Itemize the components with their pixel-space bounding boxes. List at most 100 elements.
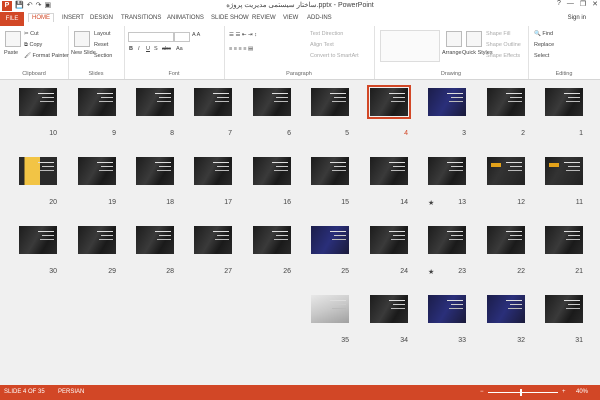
abc-button[interactable]: abc xyxy=(162,46,171,52)
slide-thumbnail[interactable] xyxy=(253,226,291,254)
slide-thumbnail[interactable] xyxy=(428,295,466,323)
slide-thumbnail[interactable] xyxy=(428,88,466,116)
shape-outline-button[interactable]: Shape Outline xyxy=(486,42,521,48)
slide-thumbnail[interactable] xyxy=(487,88,525,116)
slide-thumbnail[interactable] xyxy=(194,226,232,254)
slide-text-lines xyxy=(506,162,522,177)
slide-thumbnail[interactable] xyxy=(370,295,408,323)
underline-button[interactable]: U xyxy=(146,46,150,52)
change-case-button[interactable]: Aa xyxy=(176,46,183,52)
slide-thumbnail[interactable] xyxy=(487,157,525,185)
copy-button[interactable]: ⧉ Copy xyxy=(24,42,42,49)
slide-number: 25 xyxy=(341,268,349,275)
slide-thumbnail[interactable] xyxy=(78,88,116,116)
align-text-button[interactable]: Align Text xyxy=(310,42,334,48)
section-button[interactable]: Section xyxy=(94,53,112,59)
tab-review[interactable]: REVIEW xyxy=(252,15,276,21)
slide-thumbnail[interactable] xyxy=(253,157,291,185)
slide-thumbnail[interactable] xyxy=(370,226,408,254)
new-slide-icon[interactable] xyxy=(74,31,90,47)
tab-view[interactable]: VIEW xyxy=(283,15,298,21)
minimize-icon[interactable]: — xyxy=(567,0,574,8)
tab-add-ins[interactable]: ADD-INS xyxy=(307,15,332,21)
convert-smartart-button[interactable]: Convert to SmartArt xyxy=(310,53,359,59)
arrange-icon[interactable] xyxy=(446,31,462,47)
arrange-button[interactable]: Arrange xyxy=(442,50,462,56)
slide-thumbnail[interactable] xyxy=(428,226,466,254)
new-slide-button[interactable]: New Slide xyxy=(71,50,96,56)
bold-button[interactable]: B xyxy=(129,46,133,52)
slide-text-lines xyxy=(564,300,580,315)
replace-button[interactable]: Replace xyxy=(534,42,554,48)
slide-thumbnail[interactable] xyxy=(370,157,408,185)
reset-button[interactable]: Reset xyxy=(94,42,108,48)
slide-thumbnail[interactable] xyxy=(428,157,466,185)
font-size-input[interactable] xyxy=(174,32,190,42)
zoom-out-button[interactable]: − xyxy=(480,389,484,395)
slide-thumbnail[interactable] xyxy=(367,85,411,119)
slide-thumbnail[interactable] xyxy=(311,295,349,323)
slide-thumbnail[interactable] xyxy=(19,157,57,185)
shape-effects-button[interactable]: Shape Effects xyxy=(486,53,520,59)
layout-button[interactable]: Layout xyxy=(94,31,111,37)
slide-thumbnail[interactable] xyxy=(487,295,525,323)
slide-thumbnail[interactable] xyxy=(311,88,349,116)
slide-thumbnail[interactable] xyxy=(545,157,583,185)
zoom-slider-thumb[interactable] xyxy=(520,389,522,396)
tab-animations[interactable]: ANIMATIONS xyxy=(167,15,204,21)
window-controls: ? — ❐ ✕ xyxy=(557,0,598,8)
slide-number: 14 xyxy=(400,199,408,206)
slide-thumbnail[interactable] xyxy=(545,226,583,254)
select-button[interactable]: Select xyxy=(534,53,549,59)
slide-thumbnail[interactable] xyxy=(78,226,116,254)
italic-button[interactable]: I xyxy=(138,46,140,52)
font-name-input[interactable] xyxy=(128,32,174,42)
slide-thumbnail[interactable] xyxy=(545,295,583,323)
slide-thumbnail[interactable] xyxy=(253,88,291,116)
zoom-in-button[interactable]: + xyxy=(562,389,566,395)
slide-text-lines xyxy=(97,162,113,177)
cut-button[interactable]: ✂ Cut xyxy=(24,31,39,37)
help-icon[interactable]: ? xyxy=(557,0,561,8)
paste-icon[interactable] xyxy=(5,31,21,47)
shape-fill-button[interactable]: Shape Fill xyxy=(486,31,510,37)
tab-file[interactable]: FILE xyxy=(0,12,24,26)
shapes-gallery[interactable] xyxy=(380,30,440,62)
language-indicator[interactable]: PERSIAN xyxy=(58,389,84,395)
slide-thumbnail[interactable] xyxy=(136,226,174,254)
tab-transitions[interactable]: TRANSITIONS xyxy=(121,15,161,21)
slide-thumbnail[interactable] xyxy=(311,226,349,254)
bullets-icon[interactable]: ☰ ☰ ⇤ ⇥ ↕ xyxy=(229,32,257,38)
slide-thumbnail[interactable] xyxy=(19,88,57,116)
slide-thumbnail[interactable] xyxy=(311,157,349,185)
slide-thumbnail[interactable] xyxy=(19,226,57,254)
format-painter-button[interactable]: 🖌 Format Painter xyxy=(24,53,69,59)
slide-text-lines xyxy=(272,93,288,108)
find-button[interactable]: 🔍 Find xyxy=(534,31,553,37)
zoom-level[interactable]: 40% xyxy=(576,389,588,395)
slide-thumbnail[interactable] xyxy=(487,226,525,254)
align-icons[interactable]: ≡ ≡ ≡ ≡ ▤ xyxy=(229,46,253,52)
text-direction-button[interactable]: Text Direction xyxy=(310,31,343,37)
slide-thumbnail[interactable] xyxy=(545,88,583,116)
tab-insert[interactable]: INSERT xyxy=(62,15,84,21)
slide-thumbnail[interactable] xyxy=(136,157,174,185)
drawing-group: Arrange Quick Styles Shape Fill Shape Ou… xyxy=(374,26,529,79)
font-size-grow-icon[interactable]: A A xyxy=(192,32,200,38)
slide-thumbnail[interactable] xyxy=(194,157,232,185)
tab-home[interactable]: HOME xyxy=(28,13,54,22)
slide-thumbnail[interactable] xyxy=(194,88,232,116)
paste-button[interactable]: Paste xyxy=(4,50,18,56)
slide-number: 8 xyxy=(170,130,174,137)
close-icon[interactable]: ✕ xyxy=(592,0,598,8)
strikethrough-button[interactable]: S xyxy=(154,46,158,52)
slide-thumbnail[interactable] xyxy=(136,88,174,116)
restore-icon[interactable]: ❐ xyxy=(580,0,586,8)
tab-slide-show[interactable]: SLIDE SHOW xyxy=(211,15,249,21)
sign-in-link[interactable]: Sign in xyxy=(568,15,586,21)
slide-thumbnail[interactable] xyxy=(78,157,116,185)
tab-design[interactable]: DESIGN xyxy=(90,15,113,21)
quick-styles-icon[interactable] xyxy=(466,31,482,47)
zoom-slider[interactable] xyxy=(488,392,558,393)
slide-text-lines xyxy=(155,93,171,108)
